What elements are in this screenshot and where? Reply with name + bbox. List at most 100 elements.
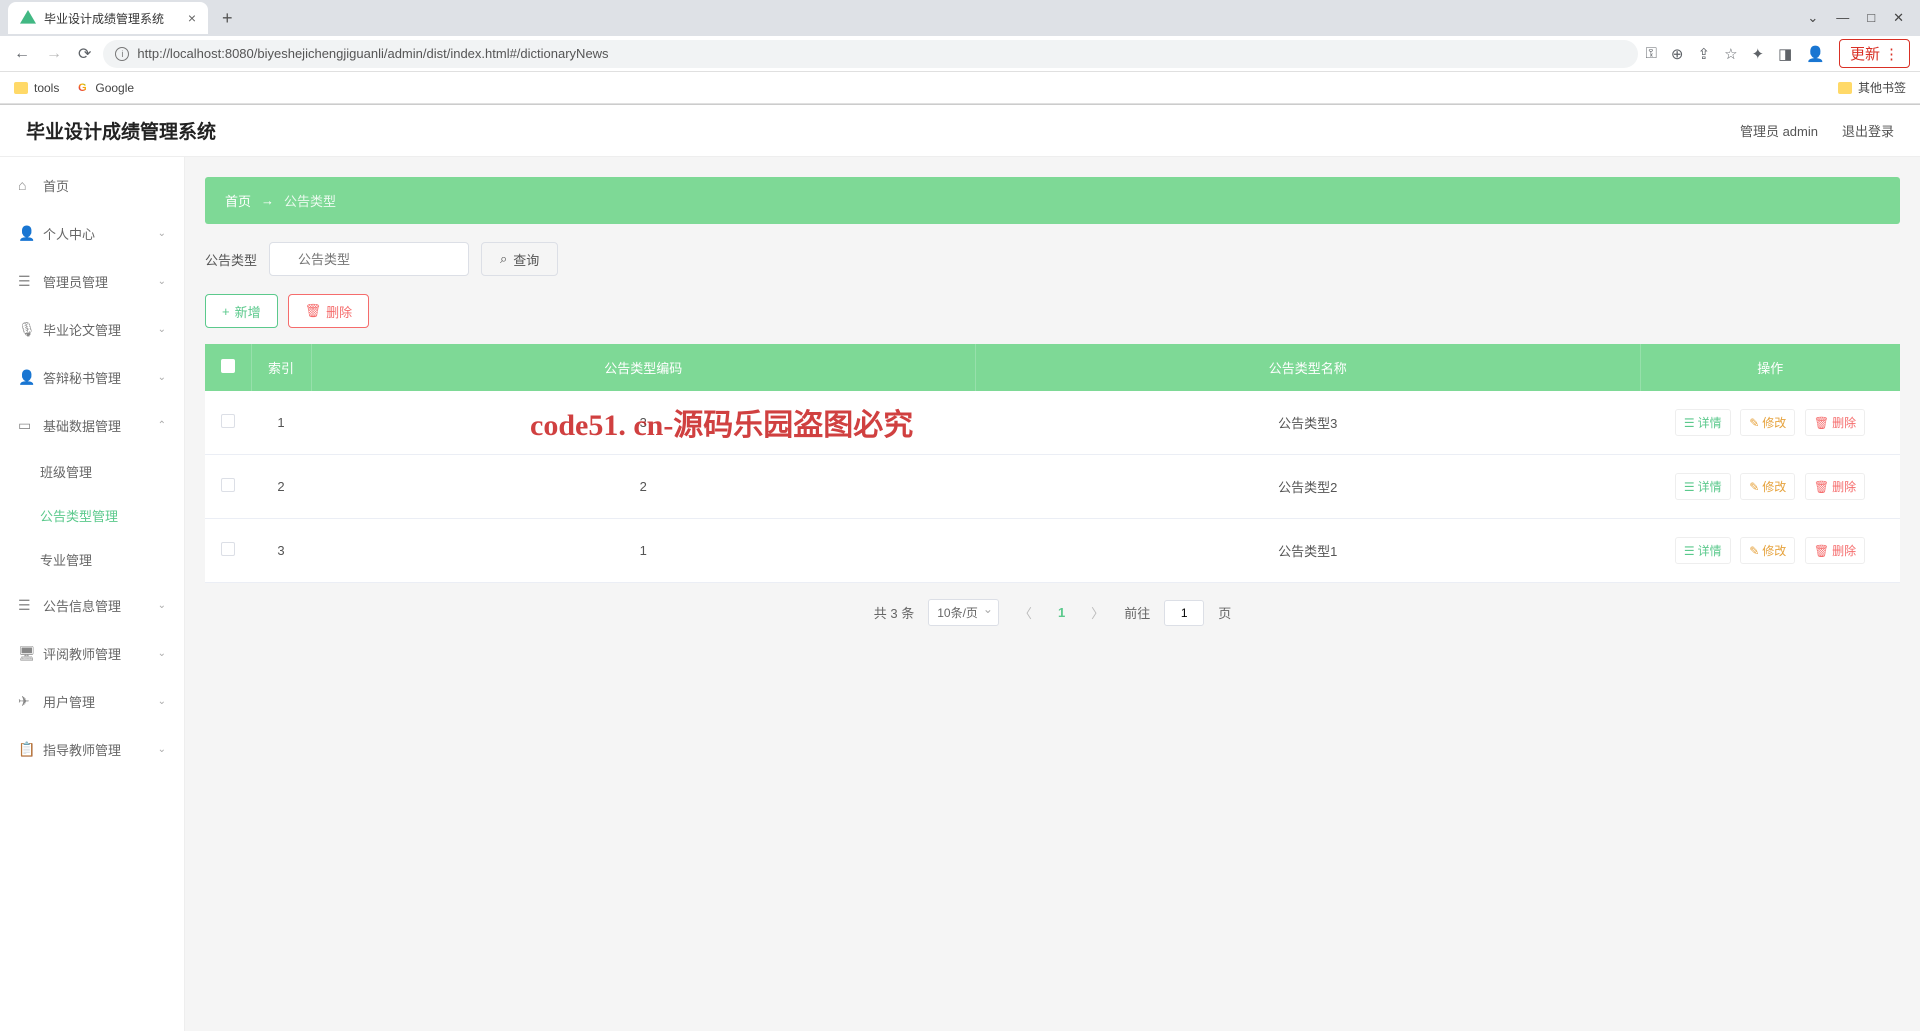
table-row: 2 2 公告类型2 ☰ 详情 ✎ 修改 🗑 删除 [205,455,1900,519]
sidebar-subitem[interactable]: 班级管理 [0,449,184,493]
page-suffix: 页 [1218,603,1231,622]
row-checkbox[interactable] [221,542,235,556]
zoom-icon[interactable]: ⊕ [1671,45,1684,63]
address-toolbar: ⚿ ⊕ ⇪ ☆ ✦ ◨ 👤 更新 ⋮ [1646,39,1911,68]
sidebar-item[interactable]: 🎙 毕业论文管理 ⌄ [0,305,184,353]
view-button[interactable]: ☰ 详情 [1675,537,1731,564]
th-name: 公告类型名称 [976,344,1641,391]
chevron-down-icon[interactable]: ⌄ [1807,10,1818,26]
update-button[interactable]: 更新 ⋮ [1839,39,1910,68]
bookmark-star-icon[interactable]: ☆ [1724,45,1737,63]
page-size-select[interactable]: 10条/页 [928,599,999,626]
row-delete-button[interactable]: 🗑 删除 [1805,537,1865,564]
bookmark-other[interactable]: 其他书签 [1838,79,1906,96]
vue-favicon [20,10,36,26]
table-row: 3 1 公告类型1 ☰ 详情 ✎ 修改 🗑 删除 [205,519,1900,583]
menu-label: 公告信息管理 [43,596,148,615]
menu-label: 评阅教师管理 [43,644,148,663]
list-icon: ☰ [1684,544,1695,558]
sidebar-item[interactable]: ▭ 基础数据管理 ⌃ [0,401,184,449]
pagination: 共 3 条 10条/页 〈 1 〉 前往 页 [205,583,1900,642]
sidebar-item[interactable]: 📋 指导教师管理 ⌄ [0,725,184,773]
browser-tab[interactable]: 毕业设计成绩管理系统 × [8,2,208,34]
sidebar-item[interactable]: ⌂ 首页 [0,161,184,209]
goto-label: 前往 [1124,603,1150,622]
next-page-button[interactable]: 〉 [1085,603,1110,622]
sidebar-subitem[interactable]: 专业管理 [0,537,184,581]
bookmark-tools[interactable]: tools [14,81,59,95]
pencil-icon: ✎ [1749,544,1759,558]
cell-ops: ☰ 详情 ✎ 修改 🗑 删除 [1640,391,1900,455]
sidebar-item[interactable]: ✈ 用户管理 ⌄ [0,677,184,725]
breadcrumb-current: 公告类型 [284,191,336,210]
cell-code: 2 [311,455,976,519]
main-content: 首页 → 公告类型 公告类型 ⌕ 查询 + 新增 🗑 删除 [185,157,1920,1031]
chevron-down-icon: ⌄ [158,324,166,335]
cell-index: 3 [251,519,311,583]
sidebar-item[interactable]: 👤 答辩秘书管理 ⌄ [0,353,184,401]
forward-button[interactable]: → [42,45,66,63]
sidebar-item[interactable]: 👤 个人中心 ⌄ [0,209,184,257]
menu-label: 毕业论文管理 [43,320,148,339]
row-checkbox[interactable] [221,414,235,428]
delete-button[interactable]: 🗑 删除 [288,294,370,328]
th-checkbox [205,344,251,391]
view-button[interactable]: ☰ 详情 [1675,473,1731,500]
page-number[interactable]: 1 [1052,605,1071,620]
cell-code: 1 [311,519,976,583]
menu-icon: 👤 [18,225,33,242]
sidepanel-icon[interactable]: ◨ [1778,45,1792,63]
th-index: 索引 [251,344,311,391]
row-checkbox[interactable] [221,478,235,492]
menu-icon: ✈ [18,693,33,710]
list-icon: ☰ [1684,480,1695,494]
search-icon: ⌕ [500,251,507,267]
chevron-down-icon: ⌄ [158,696,166,707]
window-controls: ⌄ — □ ✕ [1807,10,1912,26]
url-input[interactable]: i http://localhost:8080/biyeshejichengji… [103,40,1637,68]
cell-code: 3 [311,391,976,455]
menu-label: 指导教师管理 [43,740,148,759]
menu-icon: 🖥 [18,645,33,662]
search-input[interactable] [269,242,469,276]
sidebar-item[interactable]: ☰ 管理员管理 ⌄ [0,257,184,305]
extensions-icon[interactable]: ✦ [1752,45,1765,63]
header-user[interactable]: 管理员 admin [1740,121,1818,140]
share-icon[interactable]: ⇪ [1698,45,1711,63]
close-window-icon[interactable]: ✕ [1893,10,1904,26]
view-button[interactable]: ☰ 详情 [1675,409,1731,436]
goto-input[interactable] [1164,600,1204,626]
select-all-checkbox[interactable] [221,359,235,373]
edit-button[interactable]: ✎ 修改 [1740,473,1795,500]
prev-page-button[interactable]: 〈 [1013,603,1038,622]
new-tab-button[interactable]: + [216,8,239,29]
logout-button[interactable]: 退出登录 [1842,121,1894,140]
breadcrumb: 首页 → 公告类型 [205,177,1900,224]
back-button[interactable]: ← [10,45,34,63]
cell-index: 2 [251,455,311,519]
sidebar-item[interactable]: 🖥 评阅教师管理 ⌄ [0,629,184,677]
close-tab-icon[interactable]: × [188,10,196,26]
site-info-icon[interactable]: i [115,47,129,61]
google-icon [75,81,89,95]
profile-icon[interactable]: 👤 [1806,45,1825,63]
reload-button[interactable]: ⟳ [74,44,95,64]
breadcrumb-separator: → [261,193,274,208]
maximize-icon[interactable]: □ [1867,10,1875,26]
search-button[interactable]: ⌕ 查询 [481,242,558,276]
edit-button[interactable]: ✎ 修改 [1740,537,1795,564]
minimize-icon[interactable]: — [1836,10,1849,26]
key-icon[interactable]: ⚿ [1646,45,1657,62]
row-delete-button[interactable]: 🗑 删除 [1805,473,1865,500]
row-delete-button[interactable]: 🗑 删除 [1805,409,1865,436]
chevron-down-icon: ⌄ [158,276,166,287]
action-row: + 新增 🗑 删除 [205,294,1900,328]
bookmark-google[interactable]: Google [75,81,134,95]
sidebar-item[interactable]: ☰ 公告信息管理 ⌄ [0,581,184,629]
table-row: 1 3 公告类型3 ☰ 详情 ✎ 修改 🗑 删除 [205,391,1900,455]
breadcrumb-home[interactable]: 首页 [225,191,251,210]
tab-title: 毕业设计成绩管理系统 [44,10,180,27]
add-button[interactable]: + 新增 [205,294,278,328]
edit-button[interactable]: ✎ 修改 [1740,409,1795,436]
sidebar-subitem[interactable]: 公告类型管理 [0,493,184,537]
